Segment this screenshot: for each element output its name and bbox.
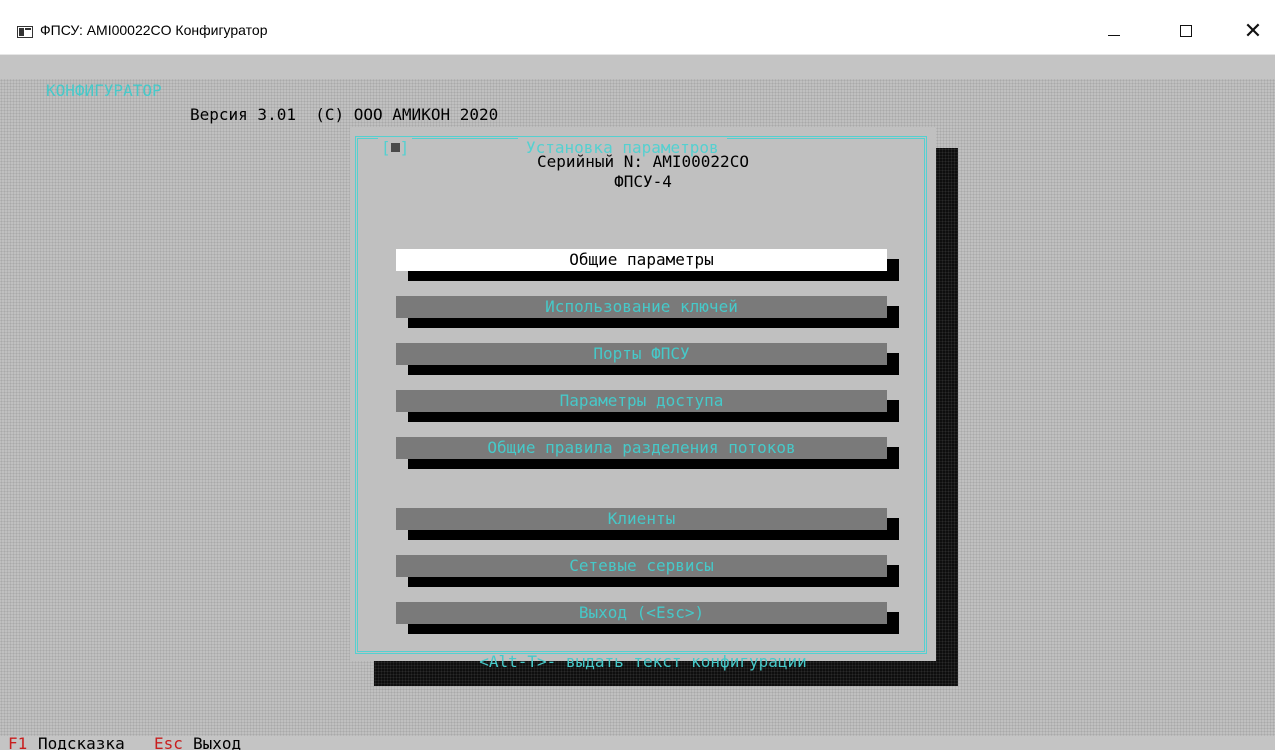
console-area: КОНФИГУРАТОР Версия 3.01 (C) ООО АМИКОН … — [0, 55, 1275, 750]
menu-fpsu-ports[interactable]: Порты ФПСУ — [396, 343, 887, 365]
esc-key[interactable]: Esc — [154, 736, 183, 750]
close-square-icon — [390, 143, 400, 152]
menu-key-usage[interactable]: Использование ключей — [396, 296, 887, 318]
settings-dialog: [] Установка параметров Серийный N: AMI0… — [350, 127, 936, 671]
esc-label: Выход — [193, 736, 242, 750]
close-button[interactable]: ✕ — [1230, 8, 1275, 54]
config-text-hint: <Alt-T>- выдать текст конфигурации — [479, 652, 807, 671]
f1-label: Подсказка — [38, 736, 125, 750]
f1-key[interactable]: F1 — [8, 736, 27, 750]
device-model: ФПСУ-4 — [614, 172, 672, 191]
close-icon: ✕ — [1243, 18, 1263, 43]
window-titlebar: ФПСУ: AMI00022CO Конфигуратор ✕ — [0, 0, 1275, 55]
header-line: КОНФИГУРАТОР Версия 3.01 (C) ООО АМИКОН … — [0, 55, 1275, 124]
menu-network-services[interactable]: Сетевые сервисы — [396, 555, 887, 577]
menu-access-params[interactable]: Параметры доступа — [396, 390, 887, 412]
window-title: ФПСУ: AMI00022CO Конфигуратор — [40, 22, 268, 38]
menu-general-params[interactable]: Общие параметры — [396, 249, 887, 271]
version-text: Версия 3.01 (C) ООО АМИКОН 2020 — [190, 105, 499, 124]
app-brand: КОНФИГУРАТОР — [46, 81, 162, 100]
maximize-icon — [1180, 25, 1192, 37]
app-icon — [17, 26, 33, 38]
menu-clients[interactable]: Клиенты — [396, 508, 887, 530]
status-bar: F1 Подсказка Esc Выход — [0, 736, 1275, 750]
menu-exit[interactable]: Выход (<Esc>) — [396, 602, 887, 624]
serial-number: Серийный N: AMI00022CO — [537, 152, 749, 171]
minimize-button[interactable] — [1091, 8, 1137, 54]
menu-flow-rules[interactable]: Общие правила разделения потоков — [396, 437, 887, 459]
maximize-button[interactable] — [1163, 8, 1209, 54]
minimize-icon — [1108, 34, 1120, 36]
